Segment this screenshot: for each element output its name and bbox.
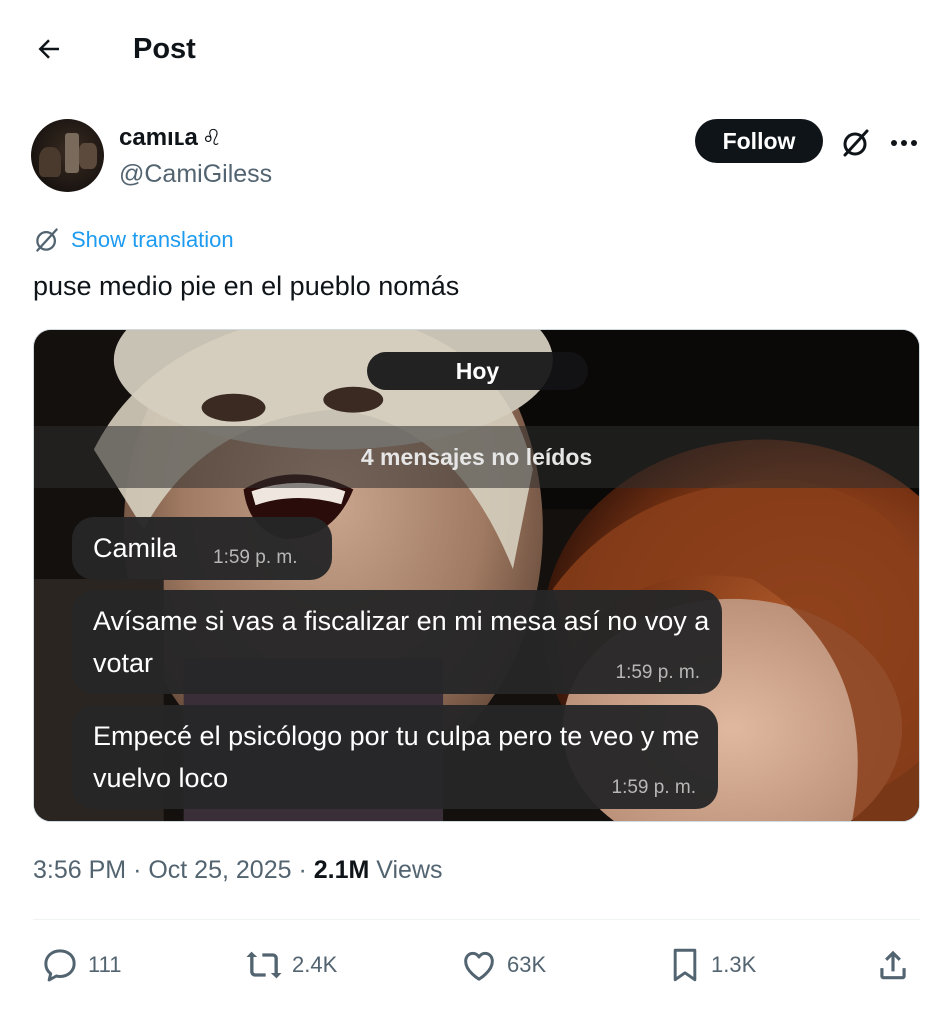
author-display-name: camıʟa — [119, 124, 198, 151]
chat-message-time: 1:59 p. m. — [213, 547, 298, 568]
grok-translate-icon — [36, 228, 58, 252]
divider — [33, 919, 920, 920]
chat-bubble: Camila 1:59 p. m. — [72, 517, 332, 580]
chat-message-time: 1:59 p. m. — [615, 662, 701, 683]
top-bar: Post — [0, 0, 952, 96]
chat-message-time: 1:59 p. m. — [611, 777, 697, 798]
meta-separator: · — [298, 856, 307, 884]
chat-message-text: Camila — [93, 533, 178, 563]
arrow-left-icon — [38, 39, 59, 59]
avatar[interactable] — [31, 119, 104, 192]
unread-messages-banner: 4 mensajes no leídos — [34, 426, 919, 488]
like-count: 63K — [507, 952, 547, 977]
author-handle[interactable]: @CamiGiless — [119, 158, 272, 190]
post-date[interactable]: Oct 25, 2025 — [148, 856, 291, 884]
chat-bubble: Avísame si vas a fiscalizar en mi mesa a… — [72, 590, 722, 694]
views-label: Views — [376, 856, 443, 884]
views-count: 2.1M — [313, 856, 370, 884]
bookmark-button[interactable]: 1.3K — [667, 943, 756, 987]
post-time[interactable]: 3:56 PM — [33, 856, 126, 884]
grok-button[interactable] — [837, 124, 875, 162]
meta-separator: · — [133, 856, 142, 884]
repost-button[interactable]: 2.4K — [244, 943, 337, 987]
reply-icon — [44, 949, 76, 982]
post-text: puse medio pie en el pueblo nomás — [33, 271, 460, 301]
bookmark-count: 1.3K — [711, 952, 757, 977]
more-horizontal-icon — [891, 140, 917, 146]
more-button[interactable] — [884, 124, 924, 162]
follow-button[interactable]: Follow — [695, 119, 823, 163]
reply-button[interactable]: 111 — [40, 943, 121, 987]
reply-count: 111 — [88, 952, 122, 977]
repost-count: 2.4K — [292, 952, 338, 977]
day-separator-pill: Hoy — [367, 352, 588, 390]
back-button[interactable] — [30, 30, 68, 68]
leo-icon: ♌︎ — [201, 125, 222, 150]
show-translation-label: Show translation — [71, 227, 234, 252]
post-image[interactable]: Hoy 4 mensajes no leídos Camila 1:59 p. … — [33, 329, 920, 822]
bookmark-icon — [673, 948, 697, 982]
share-button[interactable] — [874, 943, 912, 987]
chat-bubble: Empecé el psicólogo por tu culpa pero te… — [72, 705, 718, 809]
author-name[interactable]: camıʟa ♌︎ — [119, 123, 222, 153]
page-title: Post — [133, 33, 196, 65]
share-icon — [880, 950, 906, 980]
like-button[interactable]: 63K — [459, 943, 546, 987]
show-translation-link[interactable]: Show translation — [33, 224, 234, 256]
post-meta: 3:56 PM · Oct 25, 2025 · 2.1M Views — [33, 852, 443, 888]
heart-icon — [464, 951, 494, 981]
grok-icon — [843, 129, 869, 157]
repost-icon — [246, 951, 282, 979]
